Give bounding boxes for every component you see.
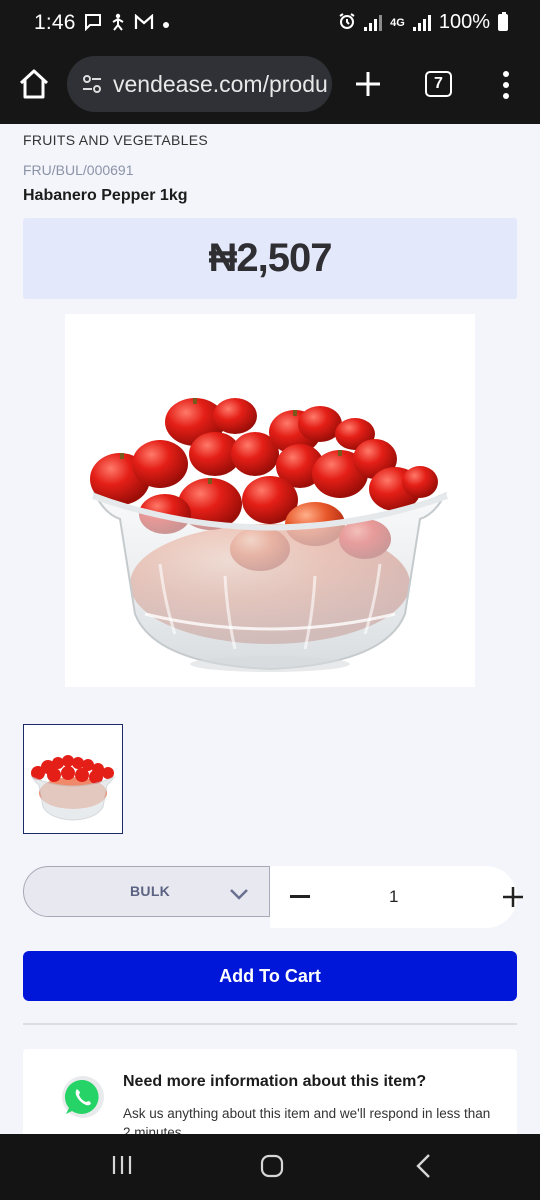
system-nav-bar: [0, 1134, 540, 1200]
recent-apps-icon[interactable]: [111, 1154, 133, 1176]
alarm-icon: [338, 12, 356, 33]
wifi-signal-icon: [364, 14, 383, 31]
status-bar: 1:46 4G 100%: [0, 0, 540, 46]
browser-toolbar: vendease.com/produ 7: [0, 46, 540, 124]
product-category: FRUITS AND VEGETABLES: [23, 132, 208, 148]
accessibility-icon: [110, 13, 126, 34]
quantity-value[interactable]: 1: [389, 887, 398, 907]
product-sku: FRU/BUL/000691: [23, 162, 134, 178]
price-box: ₦2,507: [23, 218, 517, 299]
battery-percent: 100%: [438, 11, 490, 33]
message-icon: [84, 13, 102, 34]
more-menu-button[interactable]: [498, 68, 514, 102]
quantity-stepper: 1: [270, 866, 523, 928]
increment-button[interactable]: [502, 886, 524, 908]
home-button[interactable]: [16, 66, 52, 102]
tab-switcher-button[interactable]: 7: [425, 71, 452, 97]
site-settings-icon[interactable]: [81, 73, 103, 95]
status-right: 4G 100%: [338, 11, 508, 34]
decrement-button[interactable]: [290, 895, 310, 898]
battery-icon: [498, 12, 508, 31]
home-icon: [19, 69, 49, 99]
add-to-cart-button[interactable]: Add To Cart: [23, 951, 517, 1001]
back-icon[interactable]: [414, 1153, 434, 1179]
dot-icon: [162, 15, 170, 32]
variant-label: BULK: [130, 883, 171, 899]
thumbnail-image: [30, 755, 116, 821]
gmail-icon: [134, 13, 154, 33]
home-nav-icon[interactable]: [260, 1154, 284, 1178]
chevron-down-icon: [230, 889, 248, 900]
variant-dropdown[interactable]: BULK: [23, 866, 270, 917]
help-card: Need more information about this item? A…: [23, 1049, 517, 1134]
new-tab-button[interactable]: [352, 66, 384, 102]
url-bar[interactable]: vendease.com/produ: [67, 56, 332, 112]
whatsapp-icon[interactable]: [60, 1074, 106, 1120]
product-price: ₦2,507: [208, 236, 333, 280]
product-thumbnail[interactable]: [23, 724, 123, 834]
divider: [23, 1023, 517, 1025]
help-card-title: Need more information about this item?: [123, 1073, 427, 1090]
product-name: Habanero Pepper 1kg: [23, 187, 188, 204]
url-text[interactable]: vendease.com/produ: [113, 71, 328, 98]
product-main-image[interactable]: [65, 314, 475, 687]
page-content: FRUITS AND VEGETABLES FRU/BUL/000691 Hab…: [0, 124, 540, 1134]
cell-signal-icon: [412, 14, 431, 31]
pepper-bowl-image: [90, 398, 449, 672]
status-left: 1:46: [34, 11, 170, 35]
plus-icon: [356, 72, 380, 96]
clock: 1:46: [34, 11, 76, 34]
kebab-menu-icon: [503, 71, 509, 99]
help-card-description: Ask us anything about this item and we'l…: [123, 1106, 491, 1134]
network-type: 4G: [390, 16, 405, 29]
